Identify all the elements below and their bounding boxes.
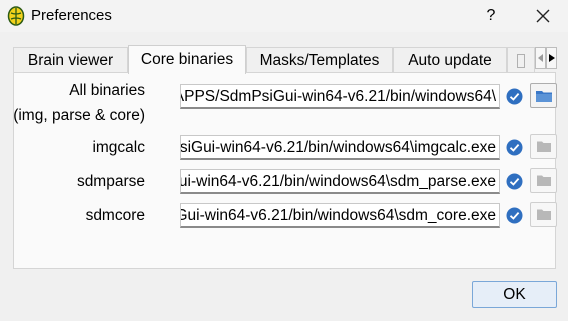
all-binaries-path-input[interactable]: C:/APPS/SdmPsiGui-win64-v6.21/bin/window… (180, 84, 500, 109)
folder-icon (536, 141, 551, 152)
chevron-left-icon (537, 54, 543, 62)
tab-masks-templates[interactable]: Masks/Templates (246, 47, 393, 72)
sdmcore-label: sdmcore (85, 207, 145, 224)
brain-app-icon (7, 6, 25, 26)
ok-button[interactable]: OK (472, 281, 557, 308)
help-button[interactable]: ? (478, 3, 504, 29)
tab-scroll-left-button[interactable] (535, 47, 546, 69)
check-icon (506, 88, 523, 105)
tab-brain-viewer[interactable]: Brain viewer (13, 47, 128, 72)
folder-icon (536, 175, 551, 186)
folder-icon (536, 209, 551, 220)
tab-scroll-buttons (535, 47, 557, 69)
sdmparse-path-input[interactable]: C:/APPS/SdmPsiGui-win64-v6.21/bin/window… (180, 169, 500, 194)
core-binaries-panel: All binaries (img, parse & core) C:/APPS… (13, 72, 557, 269)
imgcalc-path-input[interactable]: C:/APPS/SdmPsiGui-win64-v6.21/bin/window… (180, 135, 500, 160)
all-binaries-sublabel: (img, parse & core) (13, 107, 145, 124)
check-icon (506, 139, 523, 156)
check-icon (506, 173, 523, 190)
sdmcore-browse-button[interactable] (530, 202, 557, 227)
all-binaries-browse-button[interactable] (530, 83, 557, 108)
tab-overflow-partial[interactable] (507, 47, 535, 72)
all-binaries-label: All binaries (69, 82, 145, 99)
check-icon (506, 207, 523, 224)
imgcalc-label: imgcalc (92, 139, 145, 156)
close-icon[interactable] (530, 3, 556, 29)
tab-core-binaries[interactable]: Core binaries (128, 45, 246, 74)
folder-icon (535, 90, 552, 102)
window-title: Preferences (31, 7, 112, 24)
tab-auto-update[interactable]: Auto update (393, 47, 507, 72)
title-bar: Preferences ? (0, 0, 568, 32)
sdmparse-browse-button[interactable] (530, 168, 557, 193)
chevron-right-icon (548, 54, 555, 62)
sdmparse-label: sdmparse (76, 173, 145, 190)
sdmcore-path-input[interactable]: C:/APPS/SdmPsiGui-win64-v6.21/bin/window… (180, 203, 500, 228)
tab-bar: Brain viewer Core binaries Masks/Templat… (13, 45, 557, 74)
imgcalc-browse-button[interactable] (530, 134, 557, 159)
tab-scroll-right-button[interactable] (546, 47, 557, 69)
